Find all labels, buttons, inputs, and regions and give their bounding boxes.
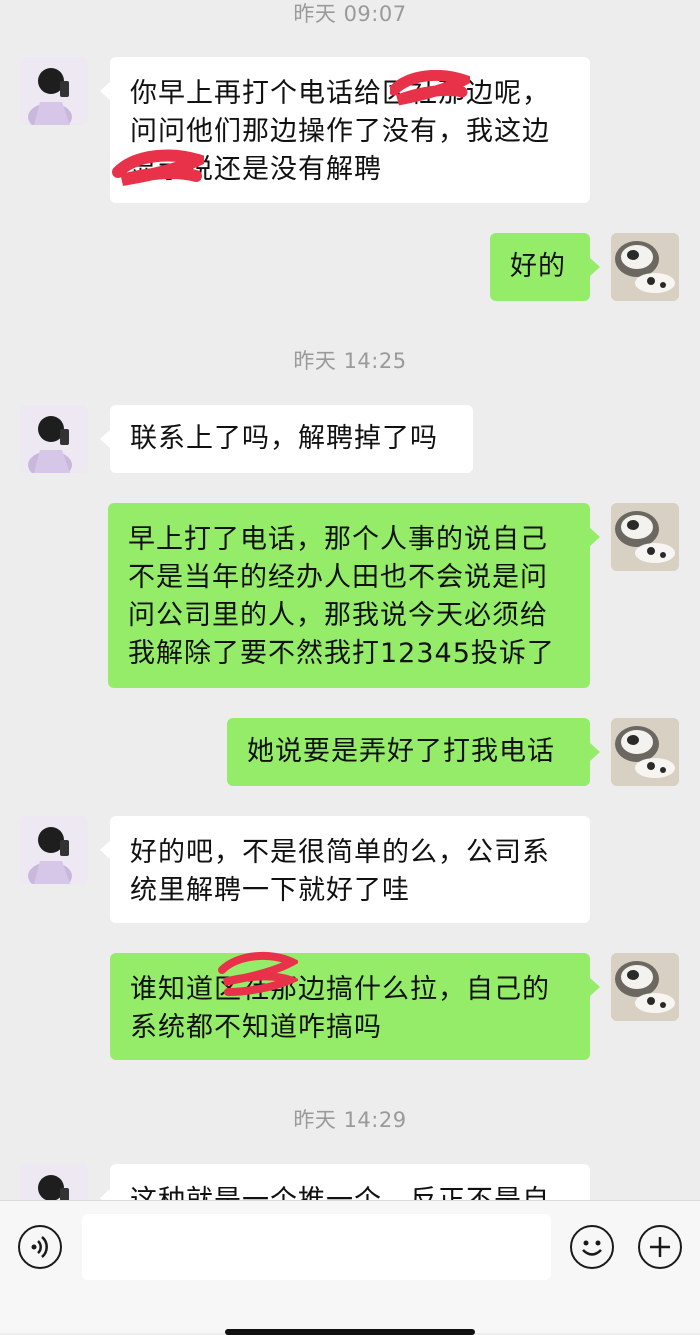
contact-avatar-icon[interactable] xyxy=(20,1164,88,1200)
message-line: 她说要是弄好了打我电话 xyxy=(247,736,555,767)
message-line: 不是当年的经办人田也不会说是问 xyxy=(128,562,548,593)
chat-history[interactable]: 昨天 09:07 你早上再打个电话给区社那边呢， 问问他们那边操作了没有，我这边… xyxy=(0,0,700,1200)
self-avatar-icon[interactable] xyxy=(611,953,679,1021)
message-bubble-outgoing[interactable]: 她说要是弄好了打我电话 xyxy=(227,718,600,786)
message-line: 谁知道区社那边搞什么拉，自己的 xyxy=(130,974,550,1005)
message-bubble-outgoing[interactable]: 谁知道区社那边搞什么拉，自己的 系统都不知道咋搞吗 xyxy=(110,953,600,1060)
message-bubble-outgoing[interactable]: 好的 xyxy=(490,233,600,301)
input-bar xyxy=(0,1200,700,1333)
plus-icon[interactable] xyxy=(638,1225,682,1269)
self-avatar-icon[interactable] xyxy=(611,233,679,301)
self-avatar-icon[interactable] xyxy=(611,718,679,786)
message-line: 问公司里的人，那我说今天必须给 xyxy=(128,600,548,631)
message-line: 问问他们那边操作了没有，我这边 xyxy=(130,116,550,147)
contact-avatar-icon[interactable] xyxy=(20,405,88,473)
timestamp: 昨天 09:07 xyxy=(293,2,407,26)
message-line: 好的 xyxy=(510,251,566,282)
message-line: 早上打了电话，那个人事的说自己 xyxy=(128,524,548,555)
timestamp: 昨天 14:25 xyxy=(293,349,407,373)
message-bubble-incoming[interactable]: 联系上了吗，解聘掉了吗 xyxy=(100,405,473,473)
message-bubble-incoming[interactable]: 你早上再打个电话给区社那边呢， 问问他们那边操作了没有，我这边 显示说还是没有解… xyxy=(100,57,590,203)
voice-toggle-icon[interactable] xyxy=(18,1225,62,1269)
message-line: 联系上了吗，解聘掉了吗 xyxy=(130,423,438,454)
contact-avatar-icon[interactable] xyxy=(20,816,88,884)
message-bubble-incoming[interactable]: 好的吧，不是很简单的么，公司系 统里解聘一下就好了哇 xyxy=(100,816,590,923)
self-avatar-icon[interactable] xyxy=(611,503,679,571)
home-indicator xyxy=(225,1329,475,1335)
contact-avatar-icon[interactable] xyxy=(20,57,88,125)
message-line: 好的吧，不是很简单的么，公司系 xyxy=(130,837,550,868)
message-bubble-outgoing[interactable]: 早上打了电话，那个人事的说自己 不是当年的经办人田也不会说是问 问公司里的人，那… xyxy=(108,503,600,688)
message-bubble-incoming[interactable]: 这种就是一个推一个，反正不是自 xyxy=(100,1164,590,1200)
message-line: 我解除了要不然我打12345投诉了 xyxy=(128,638,555,669)
timestamp: 昨天 14:29 xyxy=(293,1108,407,1132)
message-input[interactable] xyxy=(82,1214,551,1280)
message-line: 显示说还是没有解聘 xyxy=(130,154,382,185)
emoji-icon[interactable] xyxy=(570,1225,614,1269)
message-line: 系统都不知道咋搞吗 xyxy=(130,1012,382,1043)
message-line: 统里解聘一下就好了哇 xyxy=(130,875,410,906)
message-line: 你早上再打个电话给区社那边呢， xyxy=(130,78,550,109)
message-line: 这种就是一个推一个，反正不是自 xyxy=(130,1182,570,1200)
